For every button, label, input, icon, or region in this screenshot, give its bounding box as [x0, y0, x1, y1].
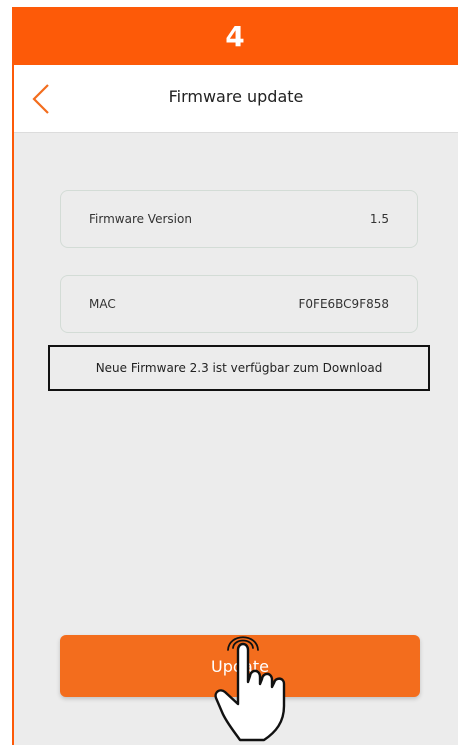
notice-text: Neue Firmware 2.3 ist verfügbar zum Down… — [95, 361, 383, 375]
step-number-banner: 4 — [12, 7, 458, 65]
firmware-version-row: Firmware Version 1.5 — [60, 190, 418, 248]
firmware-version-label: Firmware Version — [89, 212, 192, 226]
firmware-available-notice: Neue Firmware 2.3 ist verfügbar zum Down… — [48, 345, 430, 391]
mac-value: F0FE6BC9F858 — [298, 297, 390, 311]
step-number: 4 — [225, 19, 245, 53]
navigation-bar: Firmware update — [14, 65, 458, 133]
firmware-version-value: 1.5 — [369, 212, 389, 226]
mac-label: MAC — [89, 297, 116, 311]
hand-pointer-icon — [214, 636, 286, 742]
page-title: Firmware update — [168, 87, 304, 106]
mac-address-row: MAC F0FE6BC9F858 — [60, 275, 418, 333]
